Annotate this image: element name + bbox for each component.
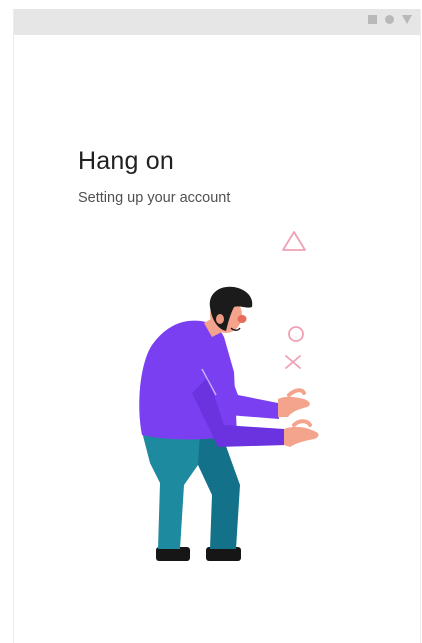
circle-icon xyxy=(385,15,394,24)
cross-shape xyxy=(285,355,301,369)
square-icon xyxy=(368,15,377,24)
lower-hand-thumb xyxy=(292,419,312,427)
upper-hand xyxy=(278,396,310,417)
nose xyxy=(237,315,247,323)
upper-hand-thumb xyxy=(287,388,306,397)
status-bar xyxy=(14,9,420,35)
frame-left-edge xyxy=(0,0,13,643)
app-screen: Hang on Setting up your account xyxy=(13,9,421,643)
triangle-icon xyxy=(402,15,412,24)
juggling-person-illustration xyxy=(139,231,319,561)
pants-front-leg xyxy=(142,432,200,549)
circle-shape xyxy=(288,326,304,342)
right-shoe xyxy=(206,547,241,561)
lower-hand xyxy=(284,426,319,447)
triangle-shape xyxy=(282,231,306,251)
status-icons xyxy=(368,15,412,24)
left-shoe xyxy=(156,547,190,561)
device-frame: Hang on Setting up your account xyxy=(0,0,422,643)
ear xyxy=(216,314,224,324)
page-subtitle: Setting up your account xyxy=(78,190,231,206)
page-title: Hang on xyxy=(78,147,174,175)
